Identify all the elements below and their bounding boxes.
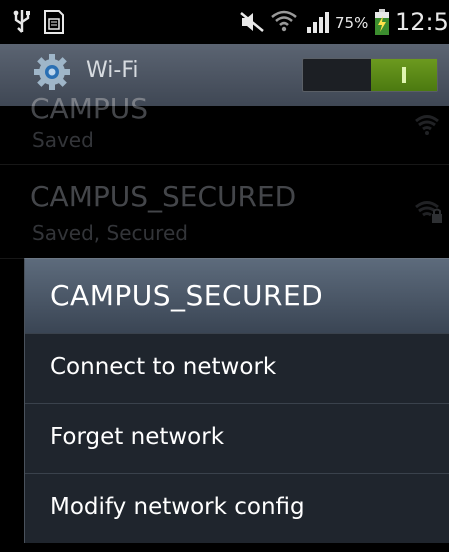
toggle-on-mark <box>402 67 406 83</box>
status-bar: 75% 12:55 <box>0 0 449 44</box>
cell-signal-icon <box>307 12 329 33</box>
dialog-header: CAMPUS_SECURED <box>25 259 449 334</box>
wifi-toggle[interactable] <box>302 58 438 92</box>
modify-network-config-option[interactable]: Modify network config <box>25 473 449 544</box>
battery-charging-icon <box>375 9 389 35</box>
option-label: Forget network <box>50 424 225 450</box>
mute-icon <box>240 12 264 32</box>
gear-icon <box>34 54 70 90</box>
clock: 12:55 <box>395 8 449 36</box>
network-context-dialog: CAMPUS_SECURED Connect to network Forget… <box>24 258 449 543</box>
dialog-title: CAMPUS_SECURED <box>50 279 324 312</box>
connect-to-network-option[interactable]: Connect to network <box>25 333 449 404</box>
option-label: Modify network config <box>50 494 305 520</box>
battery-percent: 75% <box>335 14 369 32</box>
option-label: Connect to network <box>50 354 277 380</box>
page-title: Wi-Fi <box>86 58 139 83</box>
wifi-signal-icon <box>271 10 297 32</box>
toggle-on-indicator <box>371 59 437 91</box>
usb-icon <box>13 10 30 33</box>
forget-network-option[interactable]: Forget network <box>25 403 449 474</box>
sd-card-icon <box>44 10 64 34</box>
